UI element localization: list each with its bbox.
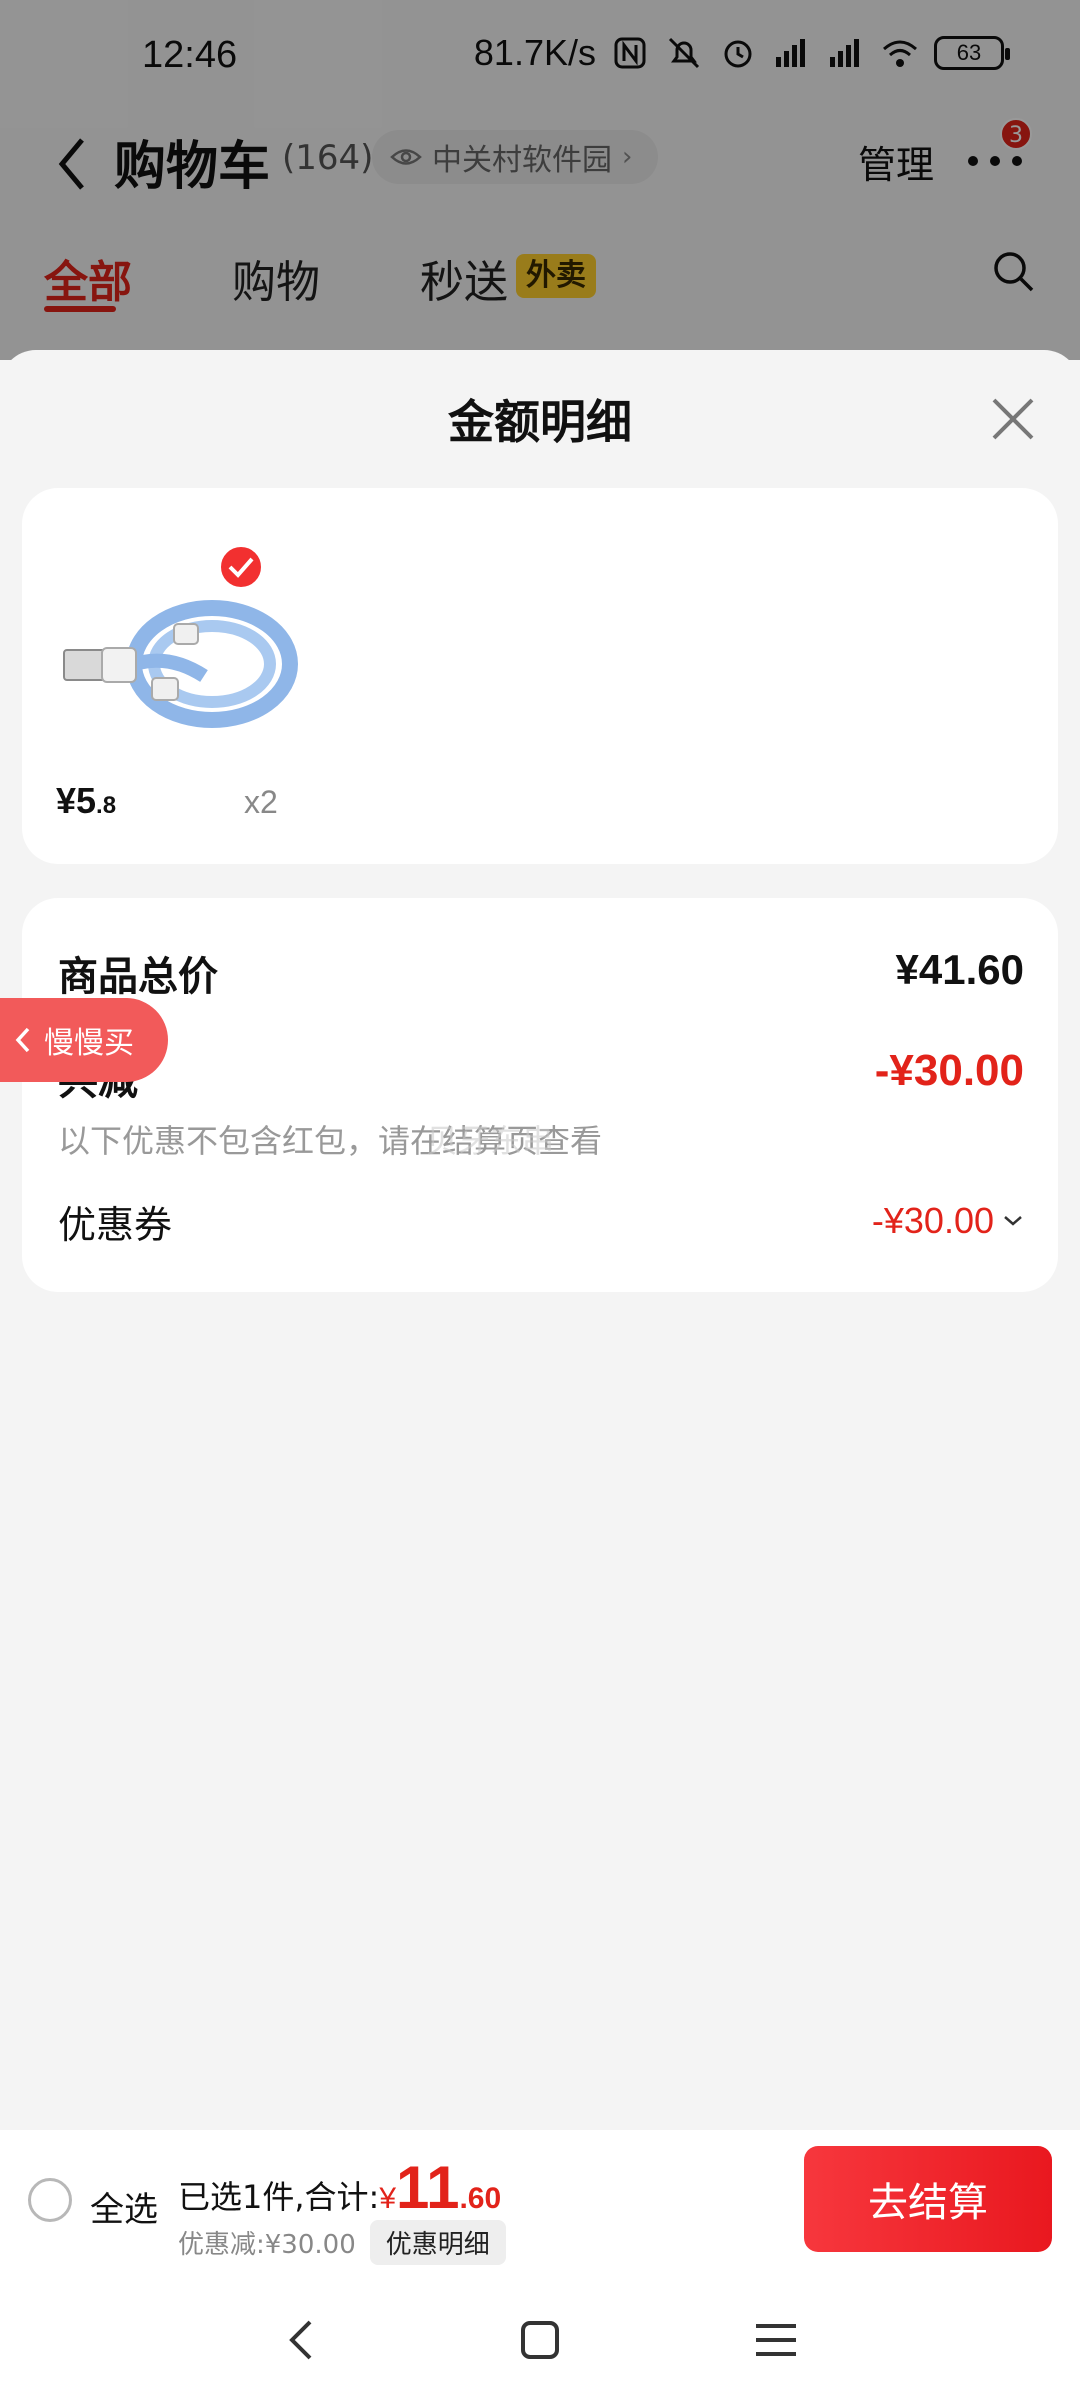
coupon-value: -¥30.00 xyxy=(871,1200,994,1241)
coupon-value-dropdown[interactable]: -¥30.00 xyxy=(872,1200,1024,1242)
system-navigation-bar xyxy=(0,2270,1080,2400)
coupon-label: 优惠券 xyxy=(58,1203,173,1247)
checkout-button[interactable]: 去结算 xyxy=(804,2146,1052,2252)
product-price: ¥5.8 xyxy=(56,780,116,822)
nav-home-icon[interactable] xyxy=(510,2310,570,2370)
side-tab-label: 慢慢买 xyxy=(44,1026,134,1061)
discount-line: 优惠减:¥30.00 优惠明细 xyxy=(178,2220,506,2265)
chevron-left-icon xyxy=(15,1027,30,1053)
price-decimal: .8 xyxy=(96,792,117,819)
selected-prefix: 已选1件,合计: xyxy=(178,2178,380,2216)
price-summary-card: 商品总价 ¥41.60 共减 -¥30.00 以下优惠不包含红包，请在结算页查看… xyxy=(22,898,1058,1292)
chevron-down-icon xyxy=(1004,1216,1022,1226)
total-integer: 11 xyxy=(396,2154,460,2221)
total-decimal: .60 xyxy=(459,2182,502,2215)
nav-menu-icon[interactable] xyxy=(746,2310,806,2370)
price-main: ¥5 xyxy=(56,780,97,821)
usb-cable-product-image[interactable] xyxy=(54,564,302,754)
selected-check-icon xyxy=(218,544,264,590)
select-all-label[interactable]: 全选 xyxy=(90,2182,158,2231)
discount-detail-button[interactable]: 优惠明细 xyxy=(369,2220,506,2265)
select-all-checkbox[interactable] xyxy=(28,2178,72,2222)
amount-detail-sheet: 金额明细 ¥5.8 x2 商品总价 ¥41.60 共减 -¥30.00 以下优惠… xyxy=(0,350,1080,2130)
sheet-title: 金额明细 xyxy=(448,395,632,449)
close-icon[interactable] xyxy=(986,392,1040,446)
total-reduction-value: -¥30.00 xyxy=(874,1046,1024,1095)
modal-backdrop[interactable] xyxy=(0,0,1080,360)
total-currency: ¥ xyxy=(379,2182,397,2215)
watermark: 贝牙东串 xyxy=(426,1122,555,1160)
product-card: ¥5.8 x2 xyxy=(22,488,1058,864)
checkout-bar: 全选 已选1件,合计: ¥ 11 .60 优惠减:¥30.00 优惠明细 去结算 xyxy=(0,2130,1080,2270)
total-price-label: 商品总价 xyxy=(58,954,218,1000)
selected-total: 已选1件,合计: ¥ 11 .60 xyxy=(178,2154,502,2221)
manmanmai-floating-tab[interactable]: 慢慢买 xyxy=(0,998,168,1082)
total-price-value: ¥41.60 xyxy=(895,946,1024,993)
nav-back-icon[interactable] xyxy=(272,2310,332,2370)
product-quantity: x2 xyxy=(244,784,278,820)
discount-amount: 优惠减:¥30.00 xyxy=(178,2230,356,2260)
